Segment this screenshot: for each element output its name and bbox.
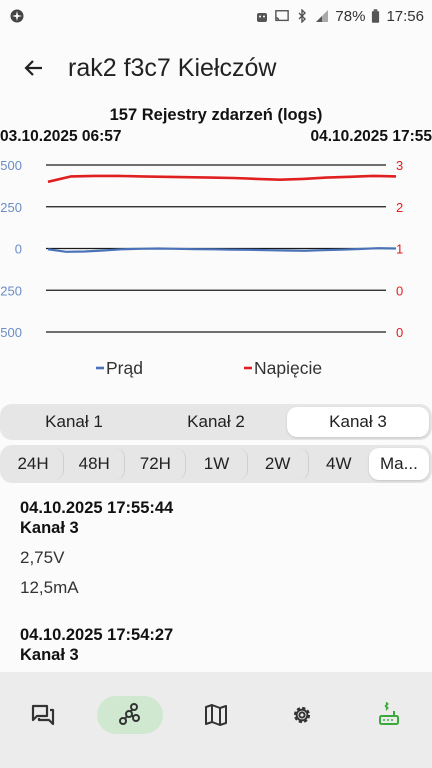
arrow-left-icon <box>24 60 42 76</box>
chart-plot: 500 3 250 2 0 1 -250 0 -500 0 Prąd Napięcie <box>0 158 403 378</box>
back-button[interactable] <box>6 40 62 96</box>
tab-period-5[interactable]: 2W <box>248 448 309 480</box>
status-bar: 78% 17:56 <box>0 0 432 32</box>
tab-channel-1[interactable]: Kanał 1 <box>3 407 145 437</box>
nav-device-button[interactable] <box>356 696 422 734</box>
tab-period-1[interactable]: 24H <box>3 448 65 480</box>
gear-icon <box>294 706 311 724</box>
y-left-tick: 0 <box>15 242 22 257</box>
series-line-voltage <box>47 174 397 184</box>
tab-channel-2[interactable]: Kanał 2 <box>145 407 287 437</box>
clock: 17:56 <box>386 7 424 25</box>
battery-percent: 78% <box>335 7 366 25</box>
legend-voltage-label: Napięcie <box>254 358 322 378</box>
nav-map-button[interactable] <box>183 696 249 734</box>
android-icon <box>257 13 268 22</box>
y-right-tick: 0 <box>396 283 403 298</box>
cast-icon <box>275 10 290 22</box>
log-datetime: 04.10.2025 17:55:44 <box>20 499 174 517</box>
y-right-tick: 3 <box>396 158 403 173</box>
log-entry: 04.10.2025 17:55:44 Kanał 3 2,75V 12,5mA <box>0 499 432 598</box>
graph-icon <box>118 703 140 725</box>
y-right-tick: 0 <box>396 325 403 340</box>
log-datetime: 04.10.2025 17:54:27 <box>20 626 174 644</box>
bluetooth-icon <box>298 9 307 23</box>
nav-graph-button[interactable] <box>96 696 163 734</box>
y-left-tick: 250 <box>0 200 22 215</box>
log-voltage: 2,75V <box>20 548 65 567</box>
y-left-tick: -500 <box>0 325 22 340</box>
app-bar: rak2 f3c7 Kiełczów <box>0 40 432 96</box>
router-icon <box>378 702 399 725</box>
page-title: rak2 f3c7 Kiełczów <box>68 53 277 82</box>
tab-period-2[interactable]: 48H <box>64 448 126 480</box>
signal-icon <box>316 10 329 22</box>
battery-icon <box>372 8 380 23</box>
y-right-tick: 2 <box>396 200 403 215</box>
map-icon <box>204 704 227 726</box>
app-notification-icon <box>10 9 24 23</box>
period-tabs: 24H 48H 72H 1W 2W 4W Ma... <box>0 445 432 483</box>
log-list[interactable]: 04.10.2025 17:55:44 Kanał 3 2,75V 12,5mA 04.… <box>0 495 432 672</box>
log-entry: 04.10.2025 17:54:27 Kanał 3 <box>0 626 432 665</box>
log-channel: Kanał 3 <box>20 646 79 664</box>
log-channel: Kanał 3 <box>20 519 79 537</box>
nav-chat-button[interactable] <box>10 696 76 734</box>
channel-tabs: Kanał 1 Kanał 2 Kanał 3 <box>0 404 432 440</box>
tab-channel-3[interactable]: Kanał 3 <box>287 407 429 437</box>
chart: 157 Rejestry zdarzeń (logs) 03.10.2025 0… <box>0 104 432 394</box>
nav-settings-button[interactable] <box>269 696 335 734</box>
legend-current-label: Prąd <box>106 358 143 378</box>
tab-period-4[interactable]: 1W <box>186 448 248 480</box>
y-left-tick: -250 <box>0 283 22 298</box>
tab-period-3[interactable]: 72H <box>125 448 187 480</box>
tab-period-7[interactable]: Ma... <box>368 448 429 480</box>
bottom-navigation <box>0 672 432 768</box>
y-left-tick: 500 <box>0 158 22 173</box>
log-current: 12,5mA <box>20 578 79 597</box>
y-right-tick: 1 <box>396 242 403 257</box>
chat-icon <box>32 704 55 726</box>
tab-period-6[interactable]: 4W <box>309 448 369 480</box>
